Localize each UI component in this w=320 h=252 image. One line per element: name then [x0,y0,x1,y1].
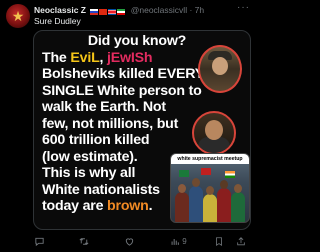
portrait-photo-2 [192,111,236,155]
avatar-emblem-icon: ★ [11,8,25,24]
evil-word: EviL [70,49,100,66]
views-count: 9 [182,237,187,246]
more-options-button[interactable]: ··· [237,2,250,13]
person-figure [231,184,245,222]
author-name[interactable]: Neoclassic Z [34,5,86,15]
brown-word: brown [107,198,149,214]
person-figure [175,184,189,222]
share-button[interactable] [236,235,246,249]
iran-flag-icon [117,8,126,15]
north-korea-flag-icon [108,8,117,15]
person-figure [217,180,231,222]
image-line-1: Did you know? [87,33,187,49]
person-figure [189,178,203,222]
russia-flag-icon [90,8,99,15]
retweet-icon [79,238,89,246]
post-image[interactable]: Did you know? The EviL, jEwISh Bolshevik… [33,30,251,230]
like-button[interactable] [124,235,135,249]
bookmark-icon [216,237,222,247]
reply-button[interactable] [34,235,45,249]
flag-graphic [179,170,189,177]
meetup-caption: white supremacist meetup [171,154,249,164]
views-button[interactable]: 9 [170,235,187,249]
meetup-photo: white supremacist meetup [170,153,250,223]
share-icon [237,237,245,246]
retweet-button[interactable] [78,235,90,249]
flag-graphic [201,168,211,175]
flag-emojis [90,5,126,17]
post-text: Sure Dudley [34,16,81,26]
like-icon [125,238,134,247]
bookmark-button[interactable] [214,235,224,249]
portrait-photo-1 [198,45,242,93]
post-actions: 9 [34,235,250,249]
author-handle[interactable]: @neoclassicvll [131,5,187,15]
author-avatar[interactable]: ★ [6,4,30,28]
post-time[interactable]: · 7h [189,5,204,15]
flag-graphic [225,171,235,178]
china-flag-icon [99,8,108,15]
reply-icon [35,238,44,247]
views-icon [171,239,179,246]
person-figure [203,186,217,222]
jewish-word: jEwISh [107,49,153,66]
